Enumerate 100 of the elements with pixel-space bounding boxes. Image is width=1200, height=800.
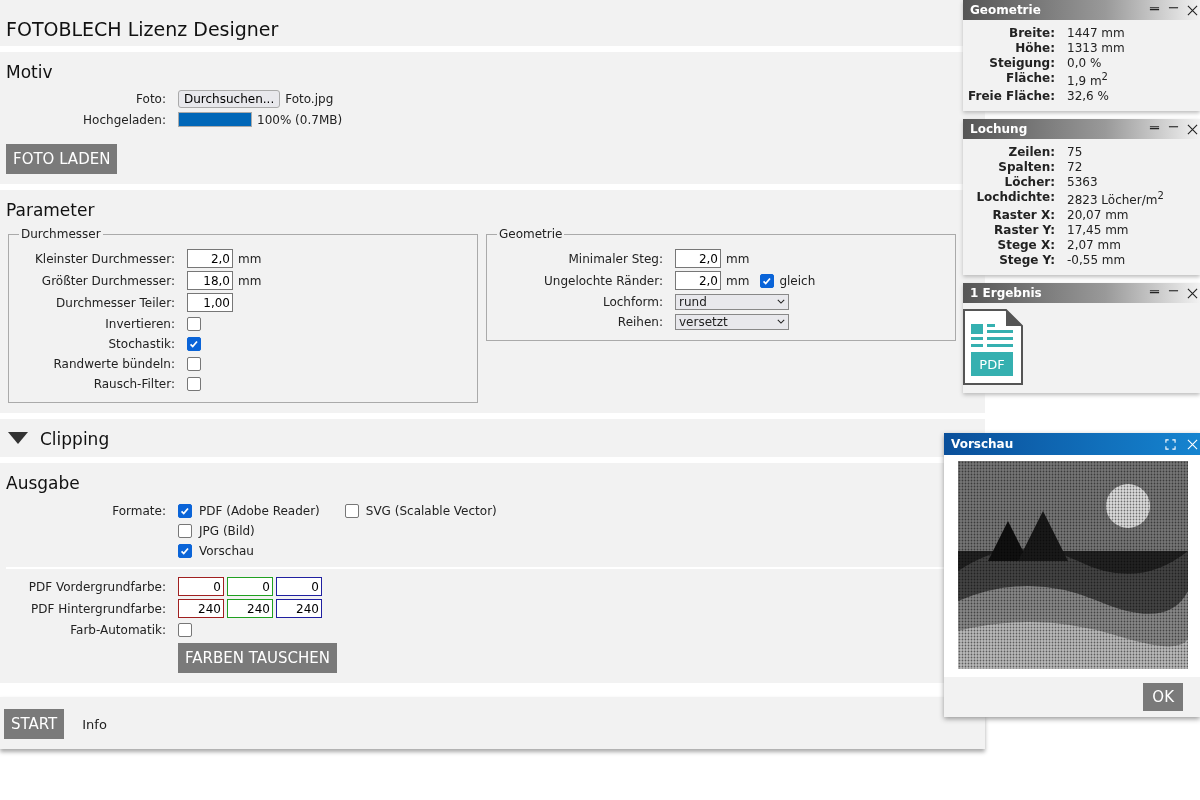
field-label: Minimaler Steg: (567, 251, 663, 266)
browse-button[interactable]: Durchsuchen... (178, 90, 281, 108)
checkbox[interactable] (178, 544, 192, 558)
stat-label: Löcher: (1003, 175, 1055, 189)
stat-label: Stege Y: (998, 253, 1055, 267)
field-label: Rausch-Filter: (92, 376, 175, 391)
number-field[interactable]: 2,0 (675, 271, 721, 290)
stat-value: 72 (1067, 160, 1084, 174)
close-icon[interactable] (1187, 287, 1198, 299)
section-heading: Ausgabe (6, 472, 81, 495)
checkbox-label: SVG (Scalable Vector) (365, 504, 497, 518)
stat-label: Lochdichte: (975, 190, 1055, 206)
stat-value: 17,45 mm (1067, 223, 1130, 237)
info-link[interactable]: Info (82, 716, 107, 732)
stat-label: Fläche: (1005, 71, 1055, 87)
group-legend: Durchmesser (19, 227, 103, 241)
stat-value: 0,0 % (1067, 56, 1103, 70)
app-title: FOTOBLECH Lizenz Designer (6, 18, 280, 40)
stat-value: 2823 Löcher/m$^{2}$ (1067, 190, 1165, 207)
checkbox-label: Vorschau (199, 544, 254, 558)
chevron-down-icon (777, 299, 785, 304)
checkbox[interactable] (187, 336, 201, 351)
stat-label: Raster Y: (993, 223, 1055, 237)
number-field[interactable]: 2,0 (187, 249, 233, 268)
panel-title: 1 Ergebnis (970, 286, 1043, 300)
stat-label: Zeilen: (1007, 145, 1055, 159)
checkbox[interactable] (760, 273, 775, 288)
section-heading: Clipping (40, 428, 110, 451)
file-name: Foto.jpg (285, 92, 334, 106)
number-field[interactable]: 18,0 (187, 271, 233, 290)
checkbox-label: gleich (779, 273, 816, 288)
fullscreen-icon[interactable] (1165, 438, 1176, 450)
field-label: Reihen: (616, 314, 663, 329)
field-label: Hochgeladen: (82, 112, 166, 127)
checkbox[interactable] (187, 376, 201, 391)
field-label: Randwerte bündeln: (52, 356, 175, 371)
stat-label: Stege X: (996, 238, 1055, 252)
field-label: Größter Durchmesser: (40, 273, 175, 288)
dropdown[interactable]: rund (675, 293, 789, 310)
checkbox[interactable] (187, 316, 201, 331)
stat-label: Steigung: (988, 56, 1055, 70)
unit-label: mm (726, 251, 750, 266)
color-value-field[interactable]: 240 (227, 599, 273, 618)
field-label: Farb-Automatik: (69, 622, 166, 637)
checkbox[interactable] (187, 356, 201, 371)
unit-label: mm (238, 273, 262, 288)
field-label: Durchmesser Teiler: (55, 295, 175, 310)
field-label: Formate: (111, 503, 166, 518)
stat-value: 75 (1067, 145, 1084, 159)
group-legend: Geometrie (497, 227, 565, 241)
field-label: PDF Hintergrundfarbe: (30, 601, 166, 616)
dropdown[interactable]: versetzt (675, 313, 789, 330)
field-label: Ungelochte Ränder: (543, 273, 663, 288)
color-value-field[interactable]: 0 (276, 577, 322, 596)
start-button[interactable]: START (4, 709, 65, 739)
close-icon[interactable] (1187, 4, 1198, 16)
stat-label: Breite: (1008, 26, 1055, 40)
close-icon[interactable] (1187, 123, 1198, 135)
load-photo-button[interactable]: FOTO LADEN (6, 144, 118, 174)
stat-label: Freie Fläche: (967, 89, 1055, 103)
stat-value: 1,9 m$^{2}$ (1067, 71, 1109, 88)
section-heading: Parameter (6, 199, 96, 222)
stat-value: -0,55 mm (1067, 253, 1127, 267)
checkbox-label: JPG (Bild) (199, 524, 255, 538)
ok-button[interactable]: OK (1143, 683, 1183, 711)
field-label: Kleinster Durchmesser: (33, 251, 175, 266)
stat-value: 1447 mm (1067, 26, 1126, 40)
color-value-field[interactable]: 0 (178, 577, 224, 596)
swap-colors-button[interactable]: FARBEN TAUSCHEN (178, 643, 337, 673)
color-value-field[interactable]: 240 (276, 599, 322, 618)
panel-title: Lochung (970, 122, 1029, 136)
unit-label: mm (726, 273, 750, 288)
stat-label: Höhe: (1014, 41, 1055, 55)
progress-reading: 100% (0.7MB) (257, 112, 343, 127)
stat-label: Raster X: (991, 208, 1055, 222)
number-field[interactable]: 2,0 (675, 249, 721, 268)
field-label: Invertieren: (104, 316, 175, 331)
dialog-title: Vorschau (951, 437, 1015, 451)
stat-value: 2,07 mm (1067, 238, 1122, 252)
field-label: Lochform: (601, 294, 663, 309)
checkbox[interactable] (178, 504, 192, 518)
panel-title: Geometrie (970, 3, 1042, 17)
checkmark-icon (179, 545, 191, 557)
checkbox[interactable] (344, 504, 359, 518)
stat-label: Spalten: (997, 160, 1055, 174)
stat-value: 32,6 % (1067, 89, 1110, 103)
field-label: PDF Vordergrundfarbe: (27, 579, 166, 594)
stat-value: 5363 (1067, 175, 1099, 189)
field-label: Stochastik: (107, 336, 175, 351)
collapse-triangle-icon[interactable] (8, 432, 28, 444)
checkbox[interactable] (178, 622, 192, 637)
color-value-field[interactable]: 240 (178, 599, 224, 618)
checkbox-label: PDF (Adobe Reader) (199, 504, 320, 518)
chevron-down-icon (777, 319, 785, 324)
stat-value: 1313 mm (1067, 41, 1126, 55)
number-field[interactable]: 1,00 (187, 293, 233, 312)
checkmark-icon (179, 505, 191, 517)
checkbox[interactable] (178, 524, 192, 538)
section-heading: Motiv (6, 61, 54, 84)
color-value-field[interactable]: 0 (227, 577, 273, 596)
